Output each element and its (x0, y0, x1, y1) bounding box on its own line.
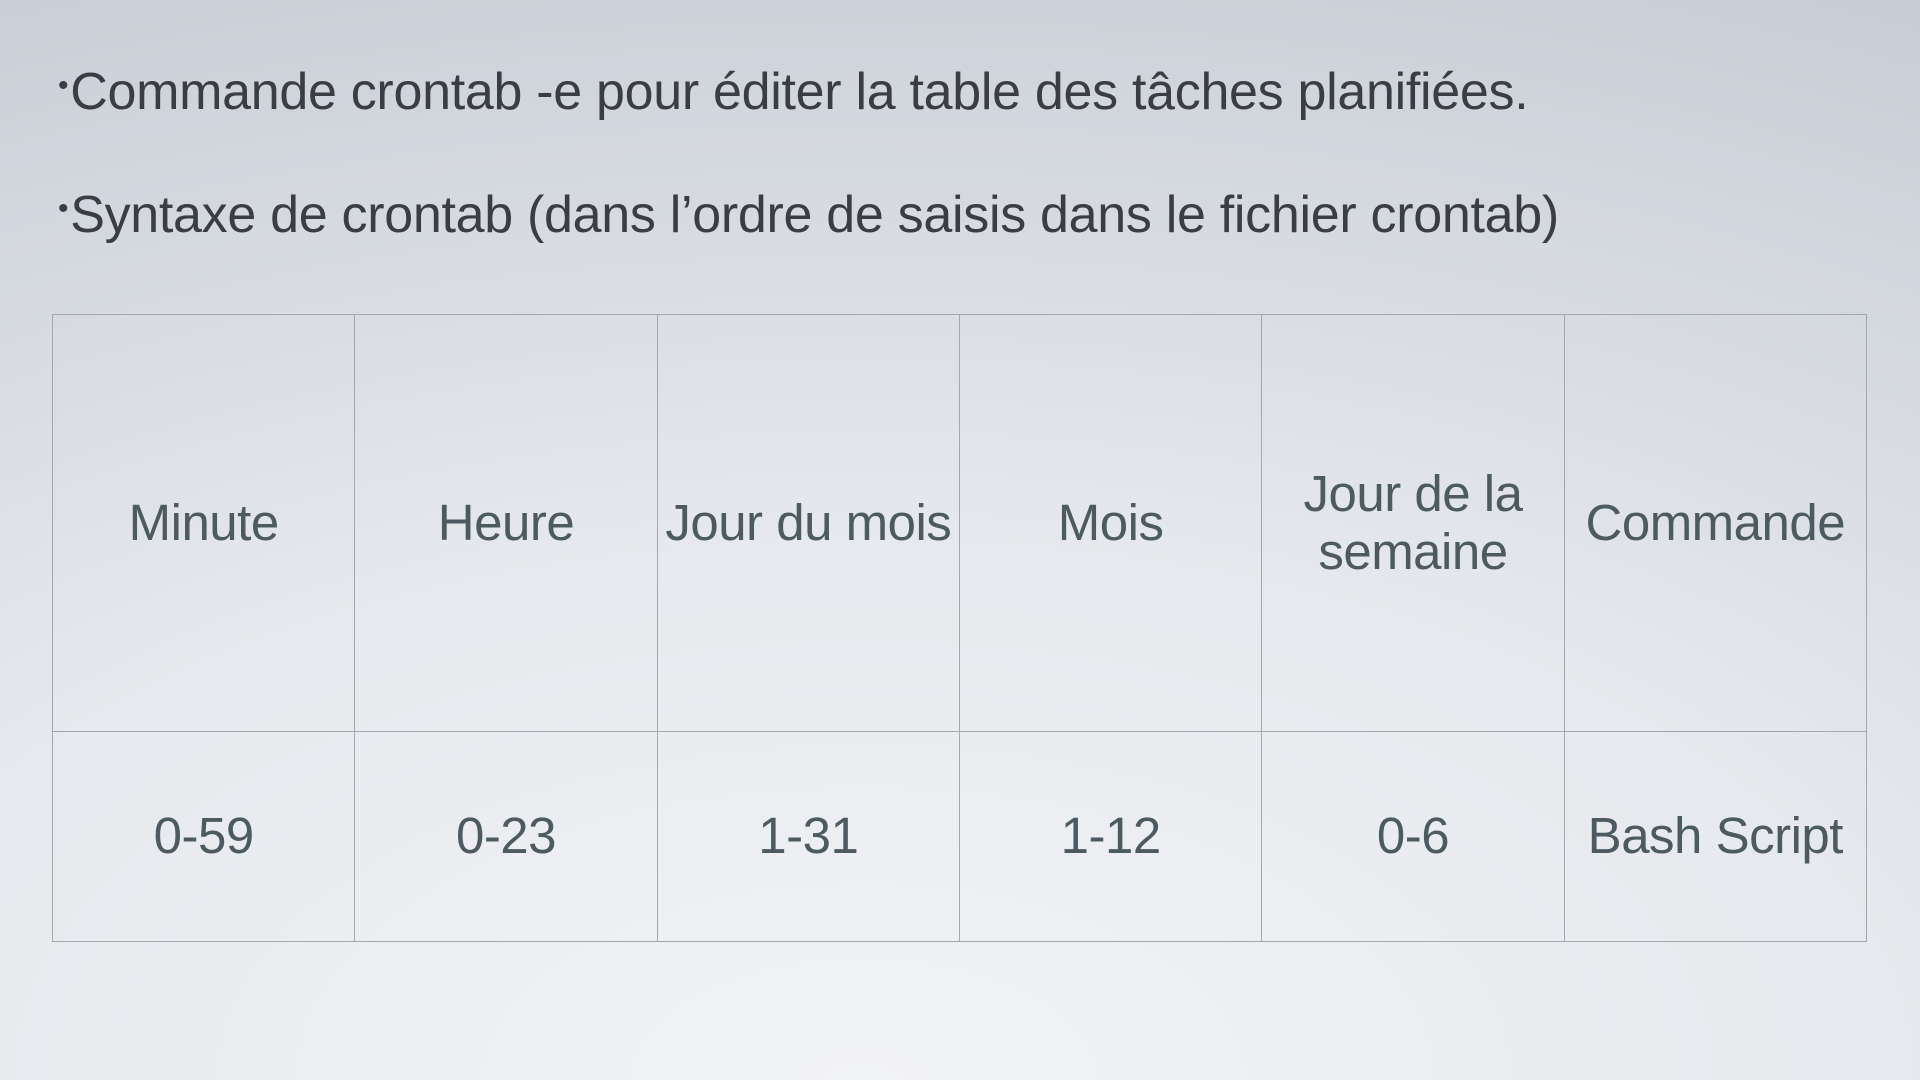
header-hour: Heure (354, 314, 658, 732)
header-month: Mois (958, 314, 1263, 732)
bullet-text: Syntaxe de crontab (dans l’ordre de sais… (70, 186, 1559, 244)
cell-command: Bash Script (1563, 730, 1868, 943)
header-command: Commande (1563, 314, 1868, 732)
cell-day-of-week: 0-6 (1261, 730, 1565, 943)
bullet-item: •Syntaxe de crontab (dans l’ordre de sai… (58, 185, 1559, 245)
bullet-icon: • (58, 192, 69, 225)
cell-minute: 0-59 (51, 730, 356, 943)
bullet-item: •Commande crontab -e pour éditer la tabl… (58, 62, 1529, 122)
crontab-syntax-table: Minute Heure Jour du mois Mois Jour de l… (51, 314, 1868, 943)
cell-month: 1-12 (958, 730, 1263, 943)
header-minute: Minute (51, 314, 356, 732)
header-day-of-month: Jour du mois (656, 314, 960, 732)
table-header-row: Minute Heure Jour du mois Mois Jour de l… (51, 314, 1868, 732)
table-row: 0-59 0-23 1-31 1-12 0-6 Bash Script (51, 730, 1868, 943)
bullet-icon: • (58, 69, 69, 102)
cell-hour: 0-23 (354, 730, 658, 943)
bullet-text: Commande crontab -e pour éditer la table… (70, 63, 1529, 121)
header-day-of-week: Jour de la semaine (1261, 314, 1565, 732)
cell-day-of-month: 1-31 (656, 730, 960, 943)
